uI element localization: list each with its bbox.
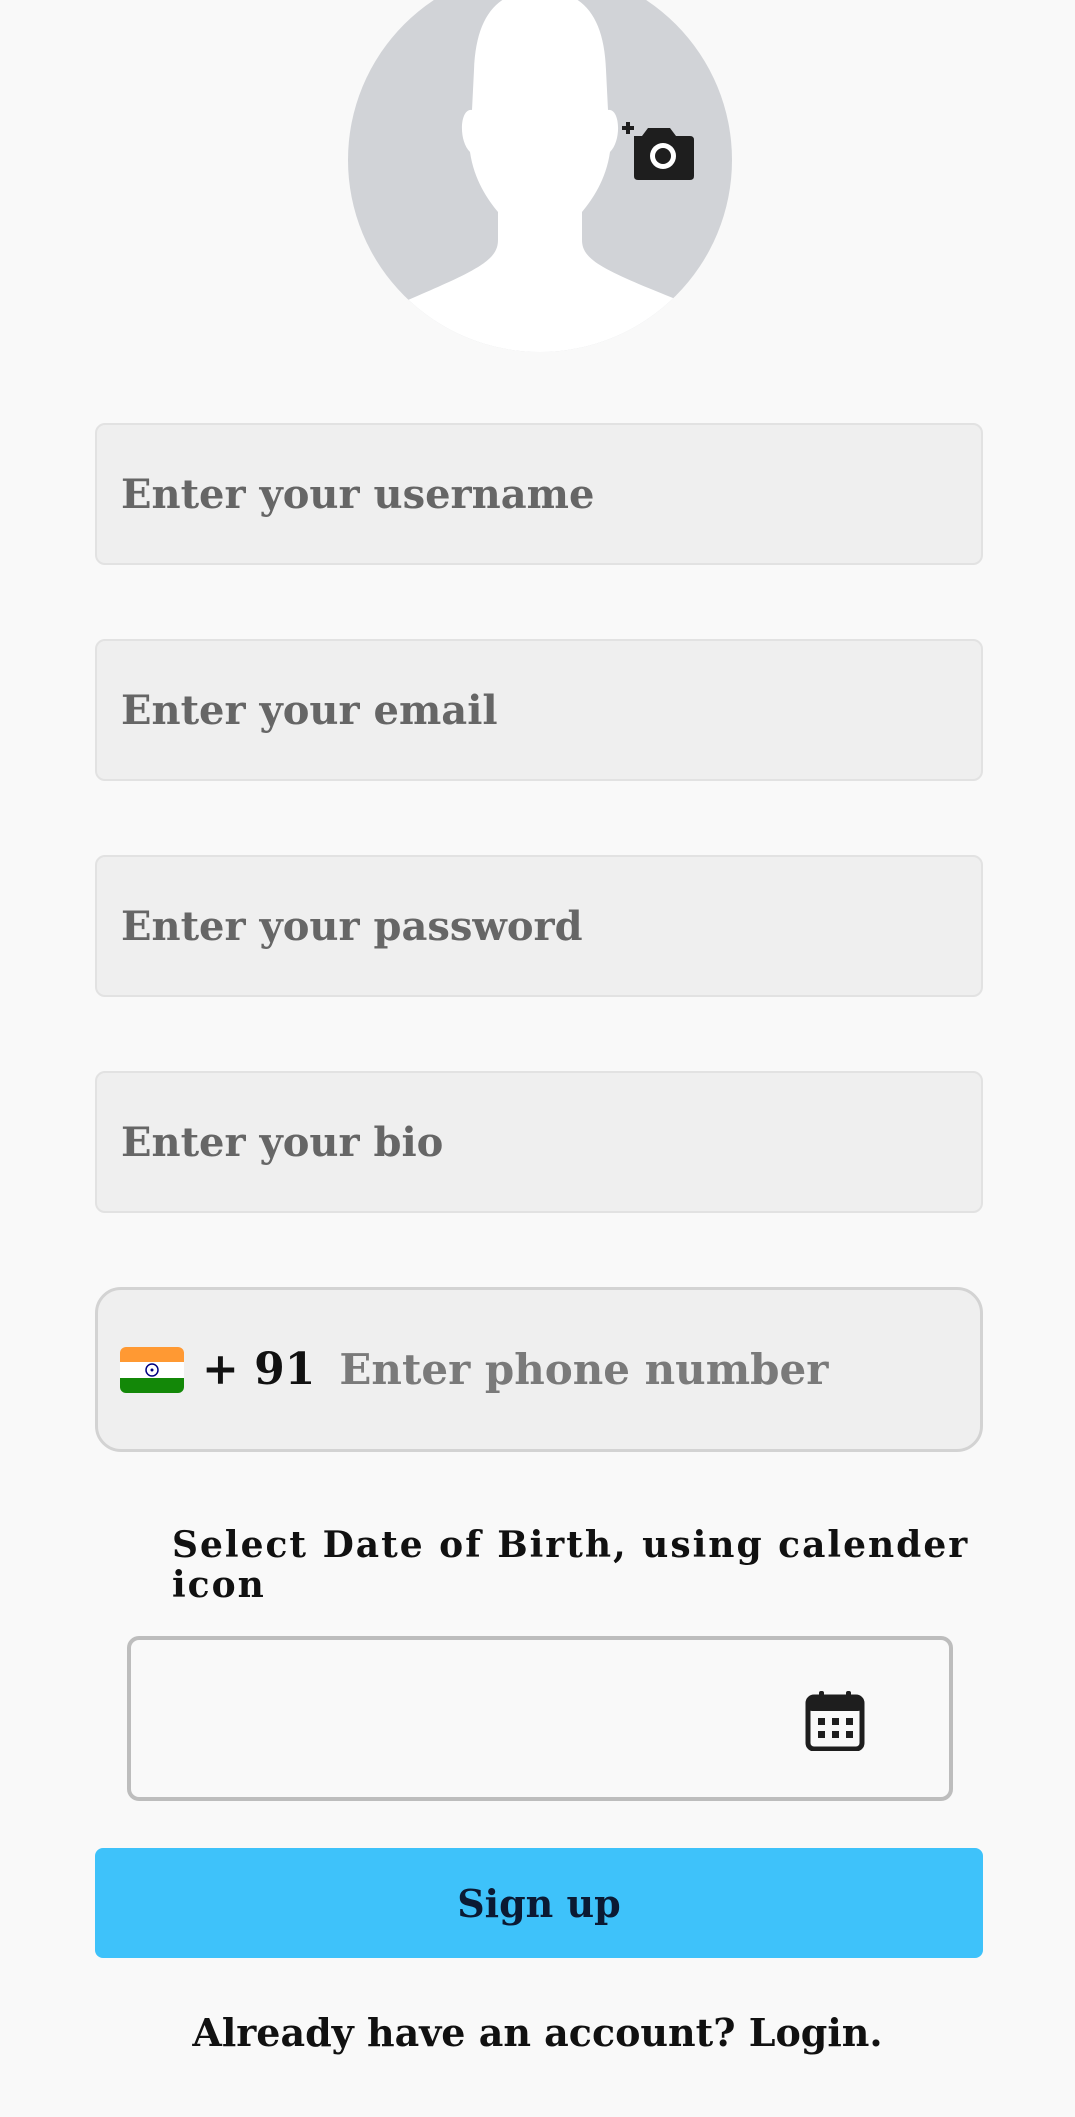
- dob-label: Select Date of Birth, using calender ico…: [172, 1524, 970, 1606]
- signup-button[interactable]: Sign up: [95, 1848, 983, 1958]
- calendar-icon[interactable]: [805, 1689, 865, 1751]
- india-flag-icon[interactable]: [120, 1346, 184, 1393]
- bio-input[interactable]: [121, 1118, 981, 1166]
- login-link[interactable]: Already have an account? Login.: [0, 2010, 1075, 2055]
- date-of-birth-field[interactable]: [127, 1636, 953, 1801]
- phone-field[interactable]: + 91: [95, 1287, 983, 1452]
- email-input[interactable]: [121, 686, 981, 734]
- username-field[interactable]: [95, 423, 983, 565]
- country-dial-code[interactable]: + 91: [202, 1344, 315, 1395]
- bio-field[interactable]: [95, 1071, 983, 1213]
- profile-photo-picker[interactable]: [348, 0, 732, 352]
- add-a-photo-icon[interactable]: [620, 114, 696, 182]
- password-field[interactable]: [95, 855, 983, 997]
- username-input[interactable]: [121, 470, 981, 518]
- phone-number-input[interactable]: [339, 1345, 860, 1394]
- email-field[interactable]: [95, 639, 983, 781]
- password-input[interactable]: [121, 902, 981, 950]
